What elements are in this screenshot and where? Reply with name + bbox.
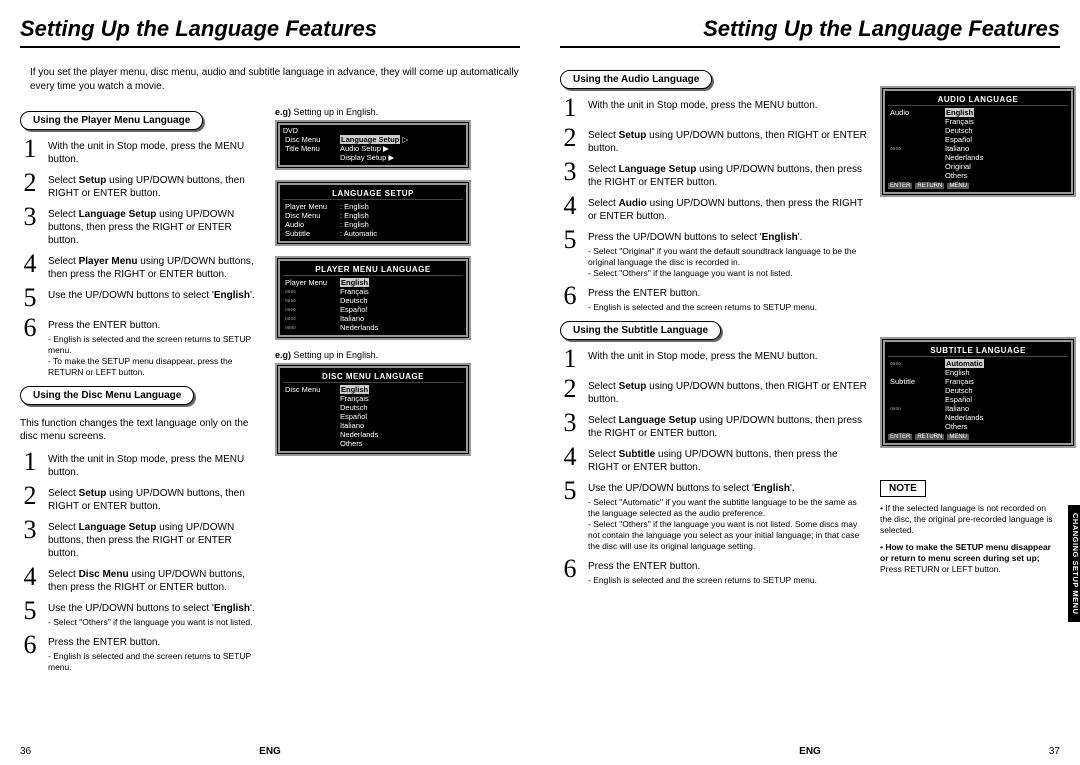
side-tab: CHANGING SETUP MENU bbox=[1068, 505, 1080, 622]
section-player-menu: Using the Player Menu Language bbox=[20, 111, 203, 130]
right-page-right-column: AUDIO LANGUAGE AudioEnglish Français Deu… bbox=[880, 66, 1060, 590]
eg-text-1: e.g) Setting up in English. bbox=[275, 107, 520, 117]
right-column-osd: e.g) Setting up in English. DVD Disc Men… bbox=[275, 107, 520, 677]
lang-label-left: ENG bbox=[259, 746, 281, 757]
subtitle-steps: 1With the unit in Stop mode, press the M… bbox=[560, 346, 870, 586]
player-steps: 1With the unit in Stop mode, press the M… bbox=[20, 136, 265, 378]
page-36: Setting Up the Language Features If you … bbox=[0, 0, 540, 765]
osd-language-setup: LANGUAGE SETUP Player Menu: English Disc… bbox=[275, 180, 471, 246]
page-number-36: 36 bbox=[20, 746, 31, 757]
section-subtitle: Using the Subtitle Language bbox=[560, 321, 721, 340]
note-body: • If the selected language is not record… bbox=[880, 503, 1060, 575]
audio-steps: 1With the unit in Stop mode, press the M… bbox=[560, 95, 870, 313]
lang-label-right: ENG bbox=[799, 746, 821, 757]
section-disc-menu: Using the Disc Menu Language bbox=[20, 386, 194, 405]
page-title-left: Setting Up the Language Features bbox=[20, 16, 520, 48]
intro-text: If you set the player menu, disc menu, a… bbox=[30, 66, 520, 93]
eg-text-2: e.g) Setting up in English. bbox=[275, 350, 520, 360]
osd-audio-language: AUDIO LANGUAGE AudioEnglish Français Deu… bbox=[880, 86, 1076, 197]
page-title-right: Setting Up the Language Features bbox=[560, 16, 1060, 48]
right-page-left-column: Using the Audio Language 1With the unit … bbox=[560, 66, 870, 590]
osd-player-menu-language: PLAYER MENU LANGUAGE Player MenuEnglish … bbox=[275, 256, 471, 340]
osd-subtitle-language: SUBTITLE LANGUAGE ▫▫▫▫Automatic English … bbox=[880, 337, 1076, 448]
osd-setup-menu: DVD Disc MenuLanguage Setup ▷ Title Menu… bbox=[275, 120, 471, 170]
left-column: Using the Player Menu Language 1With the… bbox=[20, 107, 265, 677]
section-audio: Using the Audio Language bbox=[560, 70, 712, 89]
disc-intro: This function changes the text language … bbox=[20, 417, 265, 443]
page-37: Setting Up the Language Features Using t… bbox=[540, 0, 1080, 765]
osd-disc-menu-language: DISC MENU LANGUAGE Disc MenuEnglish Fran… bbox=[275, 363, 471, 456]
disc-steps: 1With the unit in Stop mode, press the M… bbox=[20, 449, 265, 673]
page-number-37: 37 bbox=[1049, 746, 1060, 757]
note-label: NOTE bbox=[880, 480, 926, 497]
